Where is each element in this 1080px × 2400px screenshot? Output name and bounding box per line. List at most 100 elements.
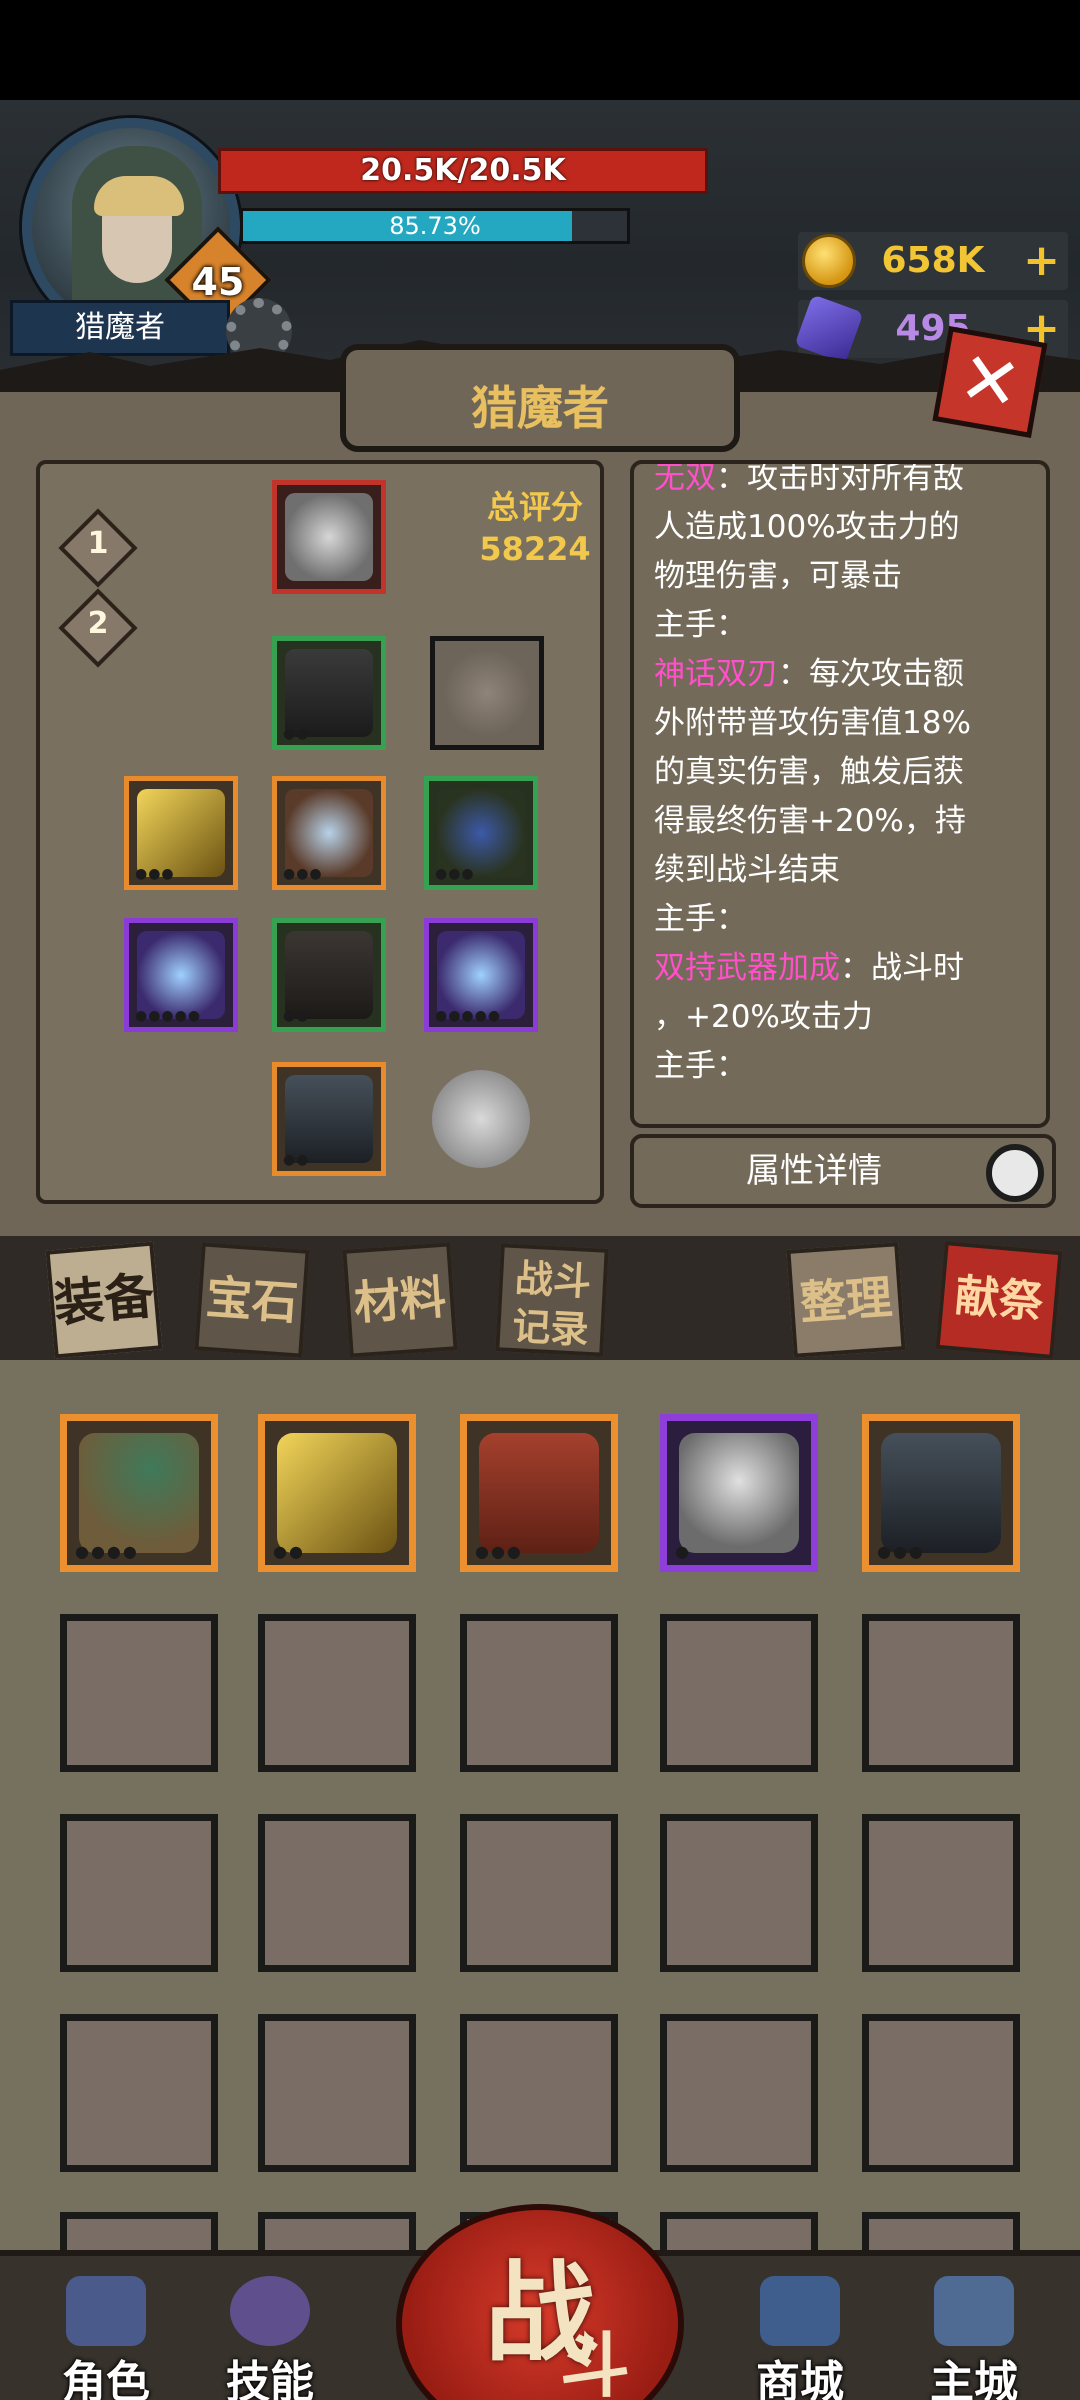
- castle-icon: [934, 2276, 1014, 2346]
- emblem-placeholder: [443, 649, 531, 737]
- inventory-item[interactable]: ●●●: [862, 1414, 1020, 1572]
- armor-slot[interactable]: ●●: [272, 636, 386, 750]
- empty-inventory-slot[interactable]: [258, 2014, 416, 2172]
- pants-slot[interactable]: ●●: [272, 918, 386, 1032]
- desc-line: 得最终伤害+20%，持: [654, 803, 966, 839]
- attribute-detail-button[interactable]: 属性详情: [630, 1134, 1056, 1208]
- star-dots: ●●●: [877, 1542, 925, 1561]
- desc-line: 主手：: [654, 607, 747, 643]
- tab-battle-log-line1: 战斗: [513, 1256, 593, 1304]
- desc-line: 的真实伤害，触发后获: [654, 754, 964, 790]
- empty-inventory-slot[interactable]: [258, 1614, 416, 1772]
- boots-slot[interactable]: ●●: [272, 1062, 386, 1176]
- empty-inventory-slot[interactable]: [862, 2212, 1020, 2250]
- inventory-item[interactable]: ●●●●: [60, 1414, 218, 1572]
- equipment-frame: 1 2 总评分 58224 ●● ●●● ●●● ●●● ●●●●● ●● ●●…: [36, 460, 604, 1204]
- tab-equipment[interactable]: 装备: [45, 1241, 163, 1359]
- seal-slot[interactable]: [424, 1062, 538, 1176]
- red-boots-art: [479, 1433, 599, 1553]
- nav-role[interactable]: 角色: [36, 2270, 176, 2400]
- star-dots: ●●●●●: [135, 1008, 202, 1024]
- empty-inventory-slot[interactable]: [460, 2014, 618, 2172]
- boots-art: [285, 1075, 373, 1163]
- desc-text: ：攻击时对所有敌: [716, 460, 964, 496]
- desc-line: 双持武器加成：战斗时: [654, 944, 1042, 993]
- battle-label: 战: [485, 2250, 595, 2378]
- empty-inventory-slot[interactable]: [60, 2212, 218, 2250]
- empty-inventory-slot[interactable]: [258, 1814, 416, 1972]
- loadout-tab-2-label: 2: [87, 606, 109, 641]
- panel-title: 猎魔者: [471, 381, 609, 435]
- empty-inventory-slot[interactable]: [660, 2014, 818, 2172]
- empty-inventory-slot[interactable]: [460, 1814, 618, 1972]
- mainhand-slot[interactable]: ●●●: [124, 776, 238, 890]
- skill-name: 神话双刃: [654, 656, 778, 692]
- magnifier-icon: [986, 1144, 1044, 1202]
- desc-line: 主手：: [654, 901, 747, 937]
- attribute-detail-label: 属性详情: [746, 1151, 882, 1191]
- desc-line: 神话双刃：每次攻击额: [654, 650, 1042, 699]
- empty-inventory-slot[interactable]: [660, 1614, 818, 1772]
- description-text: 无双：攻击时对所有敌 人造成100%攻击力的 物理伤害，可暴击 主手： 神话双刃…: [654, 460, 1042, 1091]
- tab-materials[interactable]: 材料: [342, 1242, 458, 1358]
- sort-button[interactable]: 整理: [786, 1242, 906, 1358]
- sacrifice-button[interactable]: 献祭: [935, 1241, 1063, 1359]
- skill-name: 无双: [654, 460, 716, 496]
- desc-line: 主手：: [654, 1048, 747, 1084]
- nav-skill-label: 技能: [226, 2357, 314, 2400]
- helmet-icon: [66, 2276, 146, 2346]
- equipment-panel: 猎魔者 ✕ 1 2 总评分 58224 ●● ●●● ●●● ●●● ●●●●●…: [0, 326, 1080, 1236]
- add-gold-button[interactable]: +: [1023, 232, 1060, 290]
- tab-battle-log[interactable]: 战斗 记录: [495, 1243, 609, 1357]
- game-screen: 20.5K/20.5K 85.73% 45 猎魔者 658K + 495 + 0…: [0, 0, 1080, 2400]
- star-dots: ●●●: [135, 866, 175, 882]
- nav-shop[interactable]: 商城: [730, 2270, 870, 2400]
- desc-line: 物理伤害，可暴击: [654, 558, 902, 594]
- score-label: 总评分: [486, 488, 583, 526]
- serpent-staff-art: [79, 1433, 199, 1553]
- empty-inventory-slot[interactable]: [862, 1814, 1020, 1972]
- empty-inventory-slot[interactable]: [660, 1814, 818, 1972]
- helmet-slot[interactable]: [272, 480, 386, 594]
- star-dots: ●●: [273, 1542, 305, 1561]
- close-button[interactable]: ✕: [932, 326, 1048, 438]
- belt-art: [285, 789, 373, 877]
- tab-gems[interactable]: 宝石: [194, 1242, 310, 1358]
- empty-inventory-slot[interactable]: [862, 2014, 1020, 2172]
- empty-inventory-slot[interactable]: [60, 1614, 218, 1772]
- empty-inventory-slot[interactable]: [60, 2014, 218, 2172]
- empty-special-slot[interactable]: [430, 636, 544, 750]
- wax-seal-art: [432, 1070, 530, 1168]
- nav-skill[interactable]: 技能: [200, 2270, 340, 2400]
- nav-role-label: 角色: [62, 2357, 150, 2400]
- inventory-item[interactable]: ●: [660, 1414, 818, 1572]
- desc-line: 外附带普攻伤害值18%: [654, 705, 971, 741]
- blade-art: [277, 1433, 397, 1553]
- inventory-item[interactable]: ●●●: [460, 1414, 618, 1572]
- desc-line: 人造成100%攻击力的: [654, 509, 960, 545]
- necklace-slot[interactable]: ●●●: [424, 776, 538, 890]
- iron-helmet-art: [679, 1433, 799, 1553]
- ring-right-slot[interactable]: ●●●●●: [424, 918, 538, 1032]
- star-dots: ●●●●: [75, 1542, 139, 1561]
- orb-art: [437, 931, 525, 1019]
- nav-city[interactable]: 主城: [904, 2270, 1044, 2400]
- level-text: 45: [191, 260, 245, 304]
- star-dots: ●●●●●: [435, 1008, 502, 1024]
- empty-inventory-slot[interactable]: [258, 2212, 416, 2250]
- inventory-item[interactable]: ●●: [258, 1414, 416, 1572]
- gold-coin-icon: [802, 234, 856, 288]
- boots-art: [881, 1433, 1001, 1553]
- inventory-grid: ●●●● ●● ●●● ● ●●●: [0, 1360, 1080, 2250]
- empty-inventory-slot[interactable]: [862, 1614, 1020, 1772]
- belt-slot[interactable]: ●●●: [272, 776, 386, 890]
- blade-art: [137, 789, 225, 877]
- star-dots: ●●: [283, 726, 310, 742]
- nav-city-label: 主城: [930, 2357, 1018, 2400]
- empty-inventory-slot[interactable]: [460, 1614, 618, 1772]
- empty-inventory-slot[interactable]: [60, 1814, 218, 1972]
- ring-left-slot[interactable]: ●●●●●: [124, 918, 238, 1032]
- star-dots: ●●: [283, 1152, 310, 1168]
- hair-art: [94, 176, 184, 216]
- gold-currency: 658K +: [798, 232, 1068, 290]
